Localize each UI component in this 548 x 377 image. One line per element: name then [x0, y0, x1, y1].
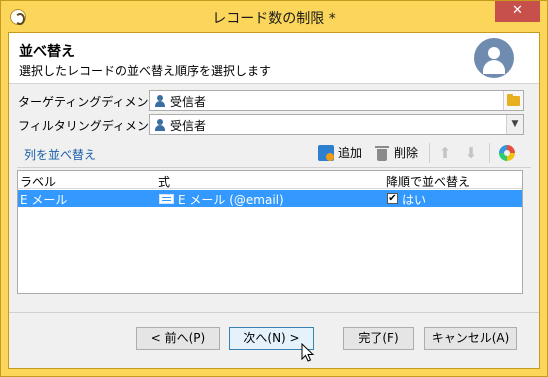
add-button[interactable]: 追加 [318, 142, 372, 164]
recipient-icon [155, 119, 165, 131]
row-label: E メール [20, 193, 68, 207]
add-label: 追加 [338, 146, 363, 160]
expression-icon [159, 194, 174, 204]
page-title: 並べ替え [19, 44, 75, 60]
delete-button[interactable]: 削除 [374, 142, 428, 164]
column-header-label[interactable]: ラベル [20, 173, 56, 190]
page-subtitle: 選択したレコードの並べ替え順序を選択します [19, 64, 272, 78]
sort-grid[interactable]: ラベル 式 降順で並べ替え E メール E メール (@email) ✔ はい [17, 170, 523, 294]
move-down-button[interactable]: ⬇ [463, 142, 481, 164]
chevron-down-icon[interactable]: ▼ [506, 115, 523, 134]
targeting-dimension-field[interactable]: 受信者 [149, 90, 524, 111]
footer-divider [9, 312, 539, 313]
divider [17, 167, 531, 168]
cancel-button[interactable]: キャンセル(A) [424, 327, 517, 350]
filtering-dimension-select[interactable]: 受信者 ▼ [149, 114, 524, 135]
add-icon [318, 145, 334, 161]
column-header-descending[interactable]: 降順で並べ替え [386, 173, 470, 190]
descending-checkbox[interactable]: ✔ [387, 193, 398, 204]
row-expression: E メール (@email) [178, 193, 284, 207]
filtering-dimension-value: 受信者 [170, 119, 207, 133]
arrow-down-icon: ⬇ [464, 144, 478, 162]
dialog-client: 並べ替え 選択したレコードの並べ替え順序を選択します ターゲティングディメンショ… [8, 32, 540, 369]
recipient-icon [155, 95, 165, 107]
trash-icon [374, 145, 390, 161]
wizard-header: 並べ替え 選択したレコードの並べ替え順序を選択します [9, 33, 539, 84]
targeting-dimension-value: 受信者 [170, 95, 207, 109]
title-bar[interactable]: レコード数の制限 * ✕ [1, 1, 547, 32]
prev-button[interactable]: < 前へ(P) [136, 327, 220, 350]
color-wheel-icon[interactable] [499, 145, 515, 161]
window-title: レコード数の制限 * [212, 11, 336, 27]
move-up-button[interactable]: ⬆ [437, 142, 455, 164]
dialog-window: レコード数の制限 * ✕ 並べ替え 選択したレコードの並べ替え順序を選択します … [0, 0, 548, 377]
folder-icon[interactable] [503, 91, 523, 110]
arrow-up-icon: ⬆ [438, 144, 452, 162]
toolbar-separator [429, 143, 430, 163]
delete-label: 削除 [394, 146, 419, 160]
close-button[interactable]: ✕ [495, 1, 540, 22]
toolbar-separator [489, 143, 490, 163]
sort-columns-link[interactable]: 列を並べ替え [24, 146, 96, 163]
row-descending-value: はい [402, 193, 427, 207]
column-header-expression[interactable]: 式 [158, 173, 170, 190]
grid-header: ラベル 式 降順で並べ替え [18, 171, 522, 189]
table-row[interactable]: E メール E メール (@email) ✔ はい [18, 190, 522, 207]
user-avatar-icon [474, 38, 514, 78]
mouse-cursor-icon [301, 343, 315, 362]
finish-button[interactable]: 完了(F) [343, 327, 414, 350]
